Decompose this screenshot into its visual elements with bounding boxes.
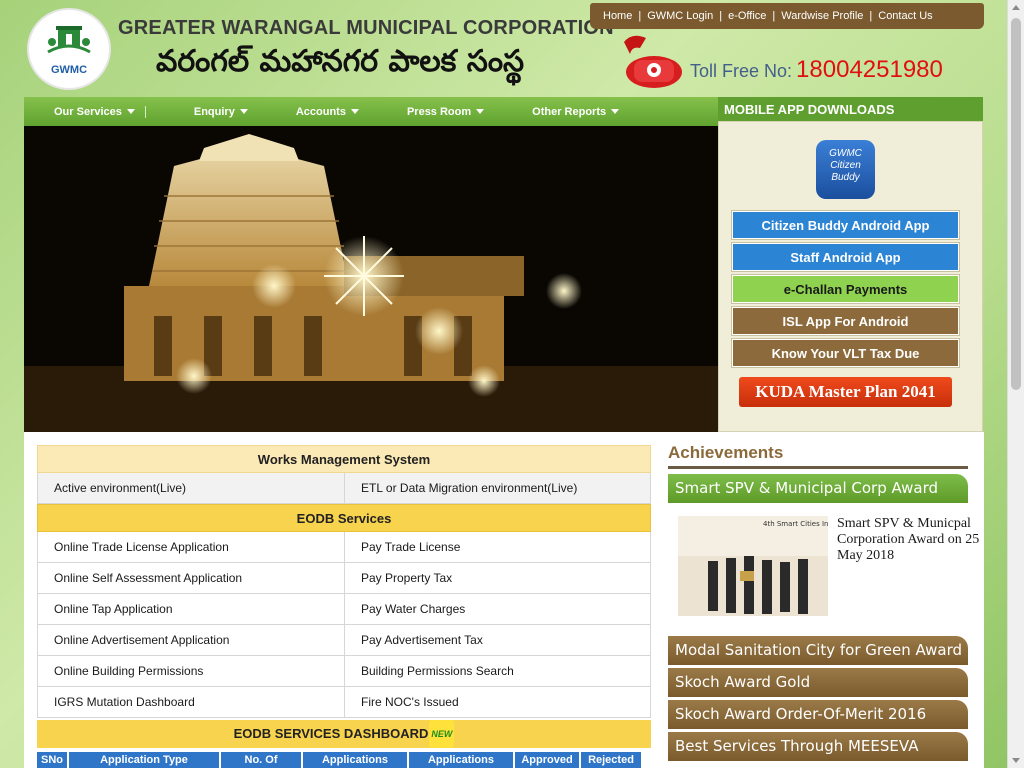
emblem-icon [47,26,91,54]
chevron-down-icon [476,109,485,114]
building-permissions-search-link[interactable]: Building Permissions Search [344,656,651,686]
services-table: Works Management System Active environme… [37,445,651,768]
top-nav: Home | GWMC Login | e-Office | Wardwise Pro… [590,3,984,29]
table-row: Online Trade License Application Pay Tra… [37,532,651,563]
chevron-down-icon [611,109,620,114]
pay-trade-license-link[interactable]: Pay Trade License [344,532,651,562]
citizen-buddy-android-button[interactable]: Citizen Buddy Android App [732,211,959,239]
dashboard-table-header: SNo Application Type No. Of Applications… [37,752,651,768]
building-permissions-link[interactable]: Online Building Permissions [37,656,344,686]
advertisement-application-link[interactable]: Online Advertisement Application [37,625,344,655]
toll-free: Toll Free No: 18004251980 [690,56,943,84]
achievement-modal-sanitation[interactable]: Modal Sanitation City for Green Award [668,636,968,665]
top-link-contact-us[interactable]: Contact Us [878,10,932,22]
active-environment-link[interactable]: Active environment(Live) [37,473,344,503]
toll-free-label: Toll Free No: [690,61,793,81]
pay-property-tax-link[interactable]: Pay Property Tax [344,563,651,593]
works-management-heading: Works Management System [37,445,651,473]
vlt-tax-due-button[interactable]: Know Your VLT Tax Due [732,339,959,367]
main-nav: Our Services Enquiry Accounts Press Room… [24,97,718,126]
table-row: Online Tap Application Pay Water Charges [37,594,651,625]
top-link-e-office[interactable]: e-Office [728,10,766,22]
chevron-down-icon [126,109,135,114]
achievement-skoch-gold[interactable]: Skoch Award Gold [668,668,968,697]
chevron-down-icon [350,109,359,114]
hero-temple-image [24,126,718,432]
staff-android-app-button[interactable]: Staff Android App [732,243,959,271]
nav-enquiry[interactable]: Enquiry [194,106,248,118]
logo-text: GWMC [50,64,88,76]
col-applications-2: Applications [409,752,513,768]
table-row: Online Building Permissions Building Per… [37,656,651,687]
eodb-dashboard-heading: EODB SERVICES DASHBOARD NEW [37,720,651,748]
chevron-down-icon [239,109,248,114]
temple-illustration [24,126,718,432]
org-name-telugu: వరంగల్ మహానగర పాలక సంస్థ [156,44,525,79]
award-photo: 4th Smart Cities India 2018 Expo [678,516,828,616]
nav-press-room[interactable]: Press Room [407,106,485,118]
etl-migration-link[interactable]: ETL or Data Migration environment(Live) [344,473,651,503]
achievements-heading: Achievements [668,443,784,462]
top-link-wardwise-profile[interactable]: Wardwise Profile [781,10,863,22]
tap-application-link[interactable]: Online Tap Application [37,594,344,624]
fire-noc-issued-link[interactable]: Fire NOC's Issued [344,687,651,717]
citizen-buddy-app-icon[interactable]: GWMC Citizen Buddy [816,140,875,199]
nav-our-services[interactable]: Our Services [54,105,146,118]
mobile-app-panel: GWMC Citizen Buddy Citizen Buddy Android… [718,121,983,432]
achievement-skoch-merit[interactable]: Skoch Award Order-Of-Merit 2016 [668,700,968,729]
toll-free-number: 18004251980 [796,56,943,83]
award-caption: Smart SPV & Municpal Corporation Award o… [837,516,980,563]
col-applications-1: Applications [303,752,407,768]
achievements-divider [668,466,968,469]
scroll-down-icon[interactable] [1012,758,1020,763]
award-ceremony-image: 4th Smart Cities India 2018 Expo [678,516,828,616]
col-rejected: Rejected [581,752,641,768]
table-row: Online Advertisement Application Pay Adv… [37,625,651,656]
nav-other-reports[interactable]: Other Reports [532,106,620,118]
new-badge: NEW [429,720,455,748]
telephone-icon [624,35,682,88]
pay-water-charges-link[interactable]: Pay Water Charges [344,594,651,624]
top-link-home[interactable]: Home [603,10,632,22]
achievement-meeseva[interactable]: Best Services Through MEESEVA [668,732,968,761]
trade-license-application-link[interactable]: Online Trade License Application [37,532,344,562]
table-row: Online Self Assessment Application Pay P… [37,563,651,594]
scroll-up-icon[interactable] [1012,5,1020,10]
kuda-master-plan-button[interactable]: KUDA Master Plan 2041 [739,377,952,407]
col-approved: Approved [515,752,579,768]
gwmc-logo[interactable]: GWMC [27,8,111,90]
nav-accounts[interactable]: Accounts [296,106,359,118]
col-application-type: Application Type [69,752,219,768]
achievement-smart-spv[interactable]: Smart SPV & Municipal Corp Award [668,474,968,503]
photo-banner-text: 4th Smart Cities India 2018 Expo [763,520,828,528]
eodb-services-heading: EODB Services [37,504,651,532]
pay-advertisement-tax-link[interactable]: Pay Advertisement Tax [344,625,651,655]
table-row: IGRS Mutation Dashboard Fire NOC's Issue… [37,687,651,718]
e-challan-payments-button[interactable]: e-Challan Payments [732,275,959,303]
col-no-of: No. Of [221,752,301,768]
content-area: Works Management System Active environme… [24,432,984,768]
mobile-app-heading: MOBILE APP DOWNLOADS [718,97,983,121]
scroll-thumb[interactable] [1011,18,1021,390]
top-link-gwmc-login[interactable]: GWMC Login [647,10,713,22]
table-row: Active environment(Live) ETL or Data Mig… [37,473,651,504]
isl-app-android-button[interactable]: ISL App For Android [732,307,959,335]
vertical-scrollbar[interactable] [1007,0,1024,768]
org-name-english: GREATER WARANGAL MUNICIPAL CORPORATION [118,17,614,39]
col-sno: SNo [37,752,67,768]
igrs-mutation-dashboard-link[interactable]: IGRS Mutation Dashboard [37,687,344,717]
self-assessment-link[interactable]: Online Self Assessment Application [37,563,344,593]
